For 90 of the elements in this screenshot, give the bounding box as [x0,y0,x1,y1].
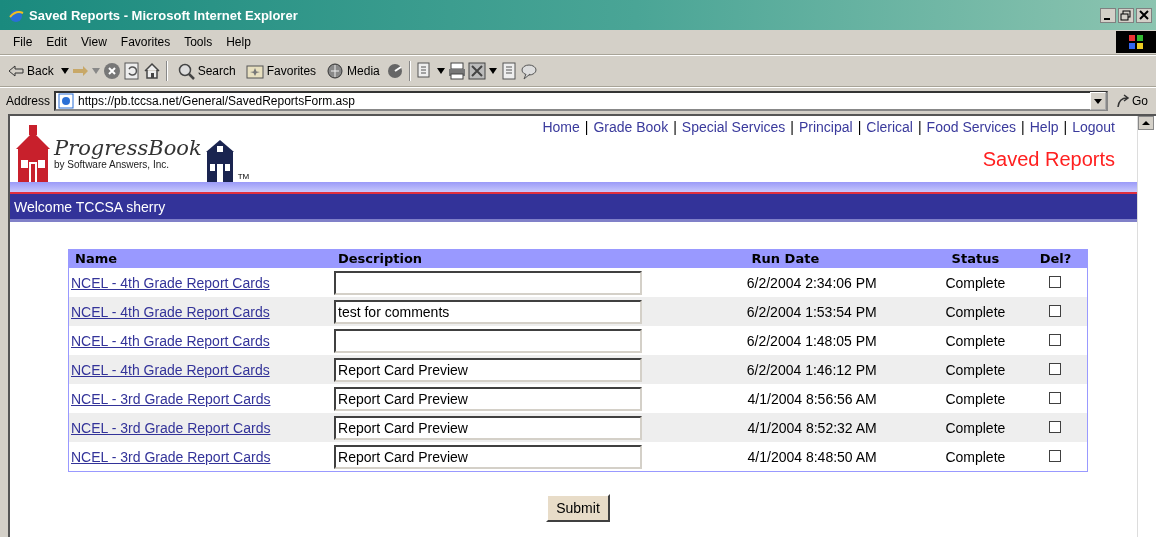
nav-link[interactable]: Help [1029,119,1059,135]
table-cell: Complete [926,442,1024,472]
window-title: Saved Reports - Microsoft Internet Explorer [29,7,299,23]
minimize-icon[interactable] [1100,7,1116,23]
checkbox[interactable] [1049,391,1062,404]
ie-logo-icon [8,7,24,23]
menu-item[interactable]: File [6,33,40,51]
nav-link[interactable]: Grade Book [593,119,669,135]
go-button[interactable]: Go [1112,93,1152,109]
close-icon[interactable] [1136,7,1152,23]
nav-separator: | [673,119,677,135]
menu-item[interactable]: Edit [39,33,75,51]
refresh-icon[interactable] [122,62,141,80]
table-cell: Complete [926,413,1024,442]
globe-icon [326,62,345,80]
checkbox[interactable] [1049,275,1062,288]
search-icon [176,62,195,80]
table-cell: Complete [926,384,1024,413]
menu-item[interactable]: Help [219,33,258,51]
report-link[interactable]: NCEL - 4th Grade Report Cards [71,274,270,291]
description-field[interactable] [334,270,642,295]
checkbox[interactable] [1049,362,1062,375]
welcome-bar: Welcome TCCSA sherry [10,194,1137,222]
table-cell: 6/2/2004 1:53:54 PM [644,297,927,326]
column-header: Description [332,249,644,268]
nav-separator: | [857,119,862,135]
table-cell: 6/2/2004 1:48:05 PM [644,326,927,355]
back-label: Back [27,64,54,78]
nav-separator: | [917,119,922,135]
home-icon[interactable] [142,62,161,80]
table-cell: Complete [926,268,1024,297]
page-icon [58,93,75,109]
submit-button[interactable]: Submit [546,494,610,522]
checkbox[interactable] [1049,304,1062,317]
report-link[interactable]: NCEL - 3rd Grade Report Cards [71,390,271,407]
report-link[interactable]: NCEL - 4th Grade Report Cards [71,332,270,349]
description-field[interactable]: Report Card Preview [334,415,642,440]
nav-link[interactable]: Clerical [866,119,913,135]
nav-separator: | [1063,119,1068,135]
stop-icon[interactable] [102,62,121,80]
back-arrow-icon [8,64,24,78]
table-cell: 4/1/2004 8:56:56 AM [644,384,927,413]
table-cell: Complete [926,326,1024,355]
nav-link[interactable]: Home [542,119,580,135]
nav-link[interactable]: Logout [1072,119,1115,135]
table-cell: Complete [926,297,1024,326]
menu-item[interactable]: Favorites [113,33,178,51]
table-cell: Complete [926,355,1024,384]
nav-separator: | [584,119,589,135]
discuss-icon[interactable] [519,62,538,80]
column-header: Status [926,249,1024,268]
column-header: Run Date [644,249,927,268]
address-label: Address [6,94,51,108]
search-button[interactable]: Search [172,60,240,82]
nav-separator: | [1021,119,1025,135]
address-field[interactable]: https://pb.tccsa.net/General/SavedReportsForm.asp [54,91,1108,111]
description-field[interactable]: Report Card Preview [334,444,642,469]
windows-logo-icon [1116,31,1156,53]
back-button[interactable]: Back [4,62,58,80]
scroll-up-icon[interactable] [1138,116,1154,130]
column-header: Name [68,249,332,268]
description-field[interactable]: test for comments [334,299,642,324]
nav-link[interactable]: Food Services [926,119,1017,135]
logo-name: ProgressBook [54,138,202,159]
description-field[interactable] [334,328,642,353]
table-cell: 4/1/2004 8:52:32 AM [644,413,927,442]
checkbox[interactable] [1049,449,1062,462]
checkbox[interactable] [1049,333,1062,346]
description-field[interactable]: Report Card Preview [334,386,642,411]
nav-separator: | [790,119,794,135]
checkbox[interactable] [1049,420,1062,433]
arrow-icon [1116,93,1130,109]
menu-item[interactable]: View [74,33,114,51]
table-cell: 4/1/2004 8:48:50 AM [644,442,927,472]
column-header: Del? [1024,249,1088,268]
nav-link[interactable]: Special Services [681,119,786,135]
table-cell: 6/2/2004 2:34:06 PM [644,268,927,297]
table-cell: 6/2/2004 1:46:12 PM [644,355,927,384]
nav-link[interactable]: Principal [798,119,853,135]
menu-item[interactable]: Tools [177,33,220,51]
media-button[interactable]: Media [322,60,384,82]
trademark-mark: TM [237,172,250,181]
restore-icon[interactable] [1118,7,1134,23]
print-icon[interactable] [447,62,466,80]
favorites-button[interactable]: Favorites [241,60,321,82]
description-field[interactable]: Report Card Preview [334,357,642,382]
report-link[interactable]: NCEL - 3rd Grade Report Cards [71,448,271,465]
logo-byline: by Software Answers, Inc. [54,159,170,170]
page-title: Saved Reports [982,148,1115,171]
schoolhouse-icon [14,124,52,182]
